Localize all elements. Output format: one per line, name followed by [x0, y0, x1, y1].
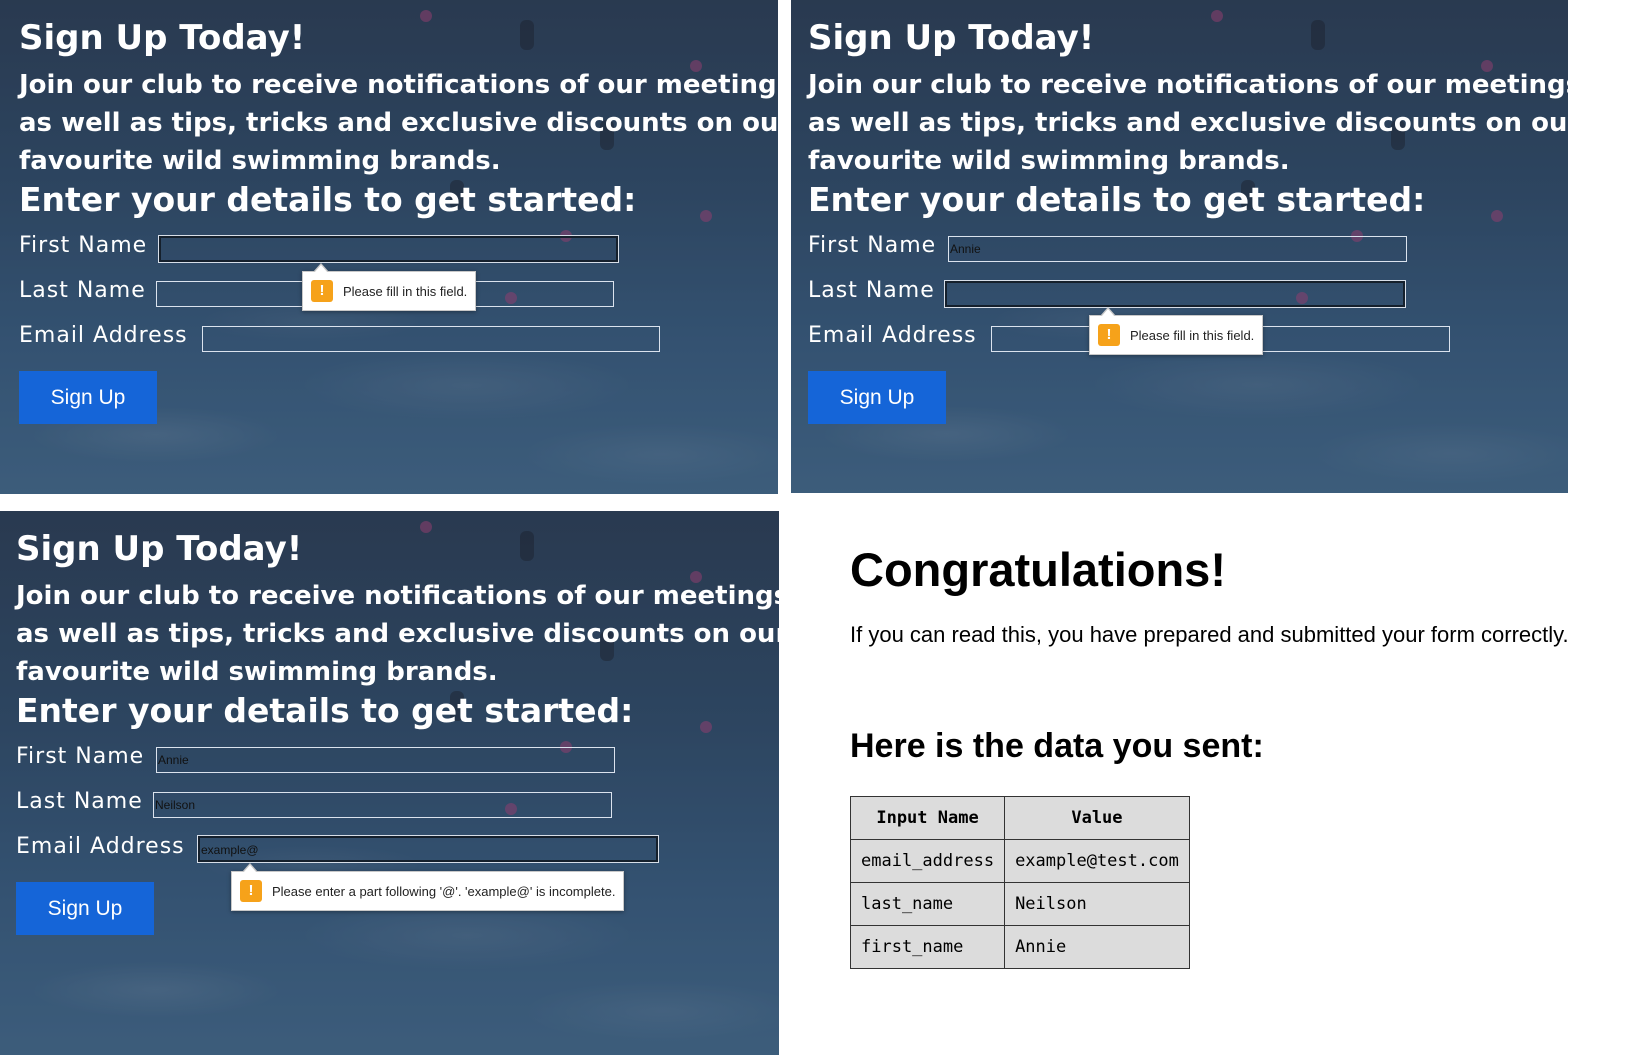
warning-icon: !: [240, 880, 262, 902]
result-title: Congratulations!: [850, 543, 1226, 596]
signup-panel-2: Sign Up Today! Join our club to receive …: [791, 0, 1568, 493]
table-row: last_name Neilson: [849, 882, 1190, 926]
form-subtitle: Enter your details to get started:: [19, 180, 637, 219]
first-name-input[interactable]: Annie: [948, 236, 1407, 262]
tooltip-text: Please enter a part following '@'. 'exam…: [272, 883, 616, 899]
validation-tooltip: ! Please fill in this field.: [302, 263, 477, 311]
result-message: If you can read this, you have prepared …: [850, 622, 1569, 647]
last-name-label: Last Name: [19, 278, 146, 303]
result-panel: Congratulations! If you can read this, y…: [830, 512, 1648, 1055]
last-name-input[interactable]: Neilson: [153, 792, 612, 818]
page-title: Sign Up Today!: [808, 18, 1095, 58]
first-name-label: First Name: [16, 744, 145, 769]
first-name-input[interactable]: [158, 235, 619, 263]
email-label: Email Address: [19, 323, 188, 348]
intro-text: Join our club to receive notifications o…: [16, 581, 779, 687]
table-cell: example@test.com: [1004, 839, 1190, 883]
signup-panel-3: Sign Up Today! Join our club to receive …: [0, 511, 779, 1055]
result-subtitle: Here is the data you sent:: [850, 727, 1264, 765]
signup-panel-1: Sign Up Today! Join our club to receive …: [0, 0, 778, 494]
warning-icon: !: [311, 280, 333, 302]
first-name-label: First Name: [19, 233, 148, 258]
page-title: Sign Up Today!: [16, 529, 303, 569]
last-name-input[interactable]: [944, 280, 1406, 308]
warning-icon: !: [1098, 324, 1120, 346]
page-title: Sign Up Today!: [19, 18, 306, 58]
email-label: Email Address: [808, 323, 977, 348]
first-name-label: First Name: [808, 233, 937, 258]
sign-up-button[interactable]: Sign Up: [16, 882, 154, 935]
table-row: email_address example@test.com: [849, 839, 1190, 883]
email-input[interactable]: [202, 326, 660, 352]
intro-text: Join our club to receive notifications o…: [808, 70, 1568, 176]
table-cell: email_address: [849, 839, 1006, 883]
last-name-label: Last Name: [16, 789, 143, 814]
table-cell: Annie: [1004, 925, 1190, 969]
intro-text: Join our club to receive notifications o…: [19, 70, 778, 176]
submitted-data-table: Input Name Value email_address example@t…: [849, 796, 1190, 969]
first-name-input[interactable]: Annie: [156, 747, 615, 773]
tooltip-text: Please fill in this field.: [1130, 327, 1255, 343]
email-label: Email Address: [16, 834, 185, 859]
form-subtitle: Enter your details to get started:: [808, 180, 1426, 219]
tooltip-text: Please fill in this field.: [343, 283, 468, 299]
column-header: Input Name: [849, 796, 1006, 840]
table-cell: first_name: [849, 925, 1006, 969]
sign-up-button[interactable]: Sign Up: [808, 371, 946, 424]
table-row: first_name Annie: [849, 925, 1190, 969]
column-header: Value: [1004, 796, 1190, 840]
last-name-label: Last Name: [808, 278, 935, 303]
table-header-row: Input Name Value: [849, 796, 1190, 840]
validation-tooltip: ! Please enter a part following '@'. 'ex…: [231, 863, 625, 911]
validation-tooltip: ! Please fill in this field.: [1089, 307, 1264, 355]
sign-up-button[interactable]: Sign Up: [19, 371, 157, 424]
table-cell: last_name: [849, 882, 1006, 926]
form-subtitle: Enter your details to get started:: [16, 691, 634, 730]
email-input[interactable]: example@: [197, 835, 659, 863]
table-cell: Neilson: [1004, 882, 1190, 926]
